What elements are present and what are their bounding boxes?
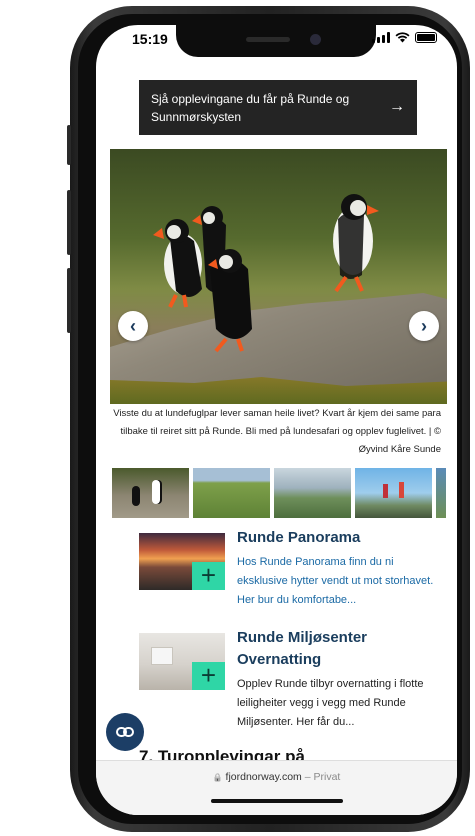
signal-icon xyxy=(372,32,390,43)
banner-text: Sjå opplevingane du får på Runde og Sunn… xyxy=(151,92,350,124)
browser-address-bar[interactable]: 🔒 fjordnorway.com – Privat xyxy=(96,760,457,815)
phone-volume-down xyxy=(67,268,71,333)
thumbnail-strip xyxy=(112,468,446,518)
phone-screen: 15:19 Sjå opplevingane du får på Runde o… xyxy=(96,25,457,815)
address-mode: Privat xyxy=(313,771,341,783)
battery-icon xyxy=(415,32,437,43)
address-domain: fjordnorway.com xyxy=(225,771,302,783)
card-image-bedroom[interactable]: + xyxy=(139,633,225,690)
card-title[interactable]: Runde Panorama xyxy=(237,527,437,549)
plus-icon[interactable]: + xyxy=(192,662,225,690)
thumbnail-meadow[interactable] xyxy=(193,468,270,518)
status-time: 15:19 xyxy=(132,31,168,47)
card-image-sunset-cabins[interactable]: + xyxy=(139,533,225,590)
status-icons xyxy=(372,32,437,43)
thumbnail-puffins[interactable] xyxy=(112,468,189,518)
lock-icon: 🔒 xyxy=(212,773,223,782)
phone-mute-switch xyxy=(67,125,71,165)
notch-speaker xyxy=(246,37,290,42)
card-title[interactable]: Runde Miljøsenter Overnatting xyxy=(237,627,437,671)
wifi-icon xyxy=(395,32,410,43)
accommodation-card-runde-panorama[interactable]: + Runde Panorama Hos Runde Panorama finn… xyxy=(139,527,439,637)
plus-icon[interactable]: + xyxy=(192,562,225,590)
card-description[interactable]: Hos Runde Panorama finn du ni eksklusive… xyxy=(237,553,437,610)
gallery-main-image[interactable]: ‹ › xyxy=(110,149,447,404)
notch xyxy=(176,25,376,57)
gallery-next-button[interactable]: › xyxy=(409,311,439,341)
thumbnail-partial[interactable] xyxy=(436,468,446,518)
thumbnail-cliffs[interactable] xyxy=(274,468,351,518)
arrow-right-icon: → xyxy=(389,98,405,115)
accommodation-card-runde-miljosenter[interactable]: + Runde Miljøsenter Overnatting Opplev R… xyxy=(139,627,439,737)
home-indicator[interactable] xyxy=(211,799,343,803)
promo-banner[interactable]: Sjå opplevingane du får på Runde og Sunn… xyxy=(139,80,417,135)
gallery-prev-button[interactable]: ‹ xyxy=(118,311,148,341)
thumbnail-hikers[interactable] xyxy=(355,468,432,518)
cookie-consent-button[interactable] xyxy=(106,713,144,751)
address-text[interactable]: 🔒 fjordnorway.com – Privat xyxy=(96,771,457,783)
phone-volume-up xyxy=(67,190,71,255)
card-description: Opplev Runde tilbyr overnatting i flotte… xyxy=(237,678,424,728)
puffin-group-illustration xyxy=(153,194,379,353)
link-icon xyxy=(116,727,134,737)
notch-camera xyxy=(310,34,321,45)
address-separator: – xyxy=(301,771,314,783)
gallery-caption: Visste du at lundefuglpar lever saman he… xyxy=(113,408,441,455)
